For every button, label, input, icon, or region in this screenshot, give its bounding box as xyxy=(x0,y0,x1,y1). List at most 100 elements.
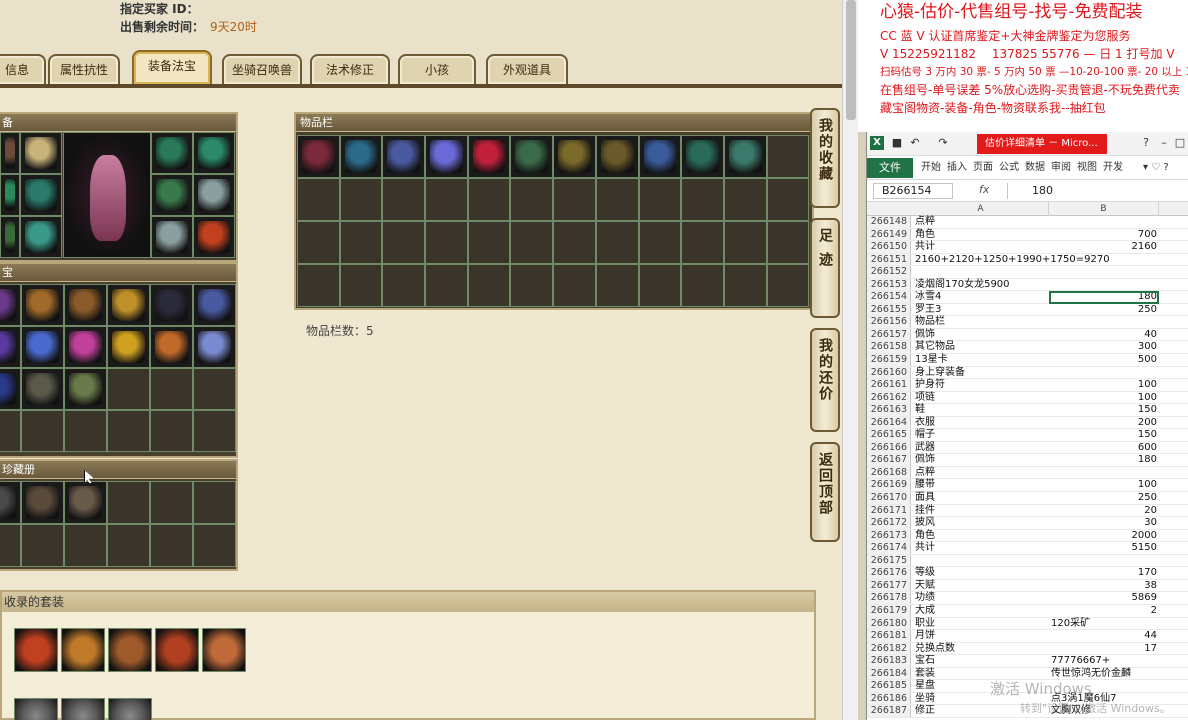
cell-b[interactable]: 20 xyxy=(1049,505,1159,518)
fabao-slot[interactable] xyxy=(21,368,64,410)
tab-mounts-pets[interactable]: 坐骑召唤兽 xyxy=(222,54,302,84)
fabao-slot[interactable] xyxy=(64,410,107,452)
inventory-slot[interactable] xyxy=(339,135,383,178)
inventory-slot[interactable] xyxy=(681,135,724,178)
row-number[interactable]: 266163 xyxy=(867,404,911,416)
row-number[interactable]: 266170 xyxy=(867,492,911,504)
inventory-slot[interactable] xyxy=(425,221,468,264)
inventory-slot[interactable] xyxy=(467,178,511,221)
cell-a[interactable]: 帽子 xyxy=(913,429,1049,442)
fabao-slot[interactable] xyxy=(150,368,193,410)
row-number[interactable]: 266180 xyxy=(867,617,911,630)
suit-item-icon[interactable] xyxy=(61,698,105,720)
ribbon-tab-home[interactable]: 开始 xyxy=(921,160,941,176)
row-number[interactable]: 266175 xyxy=(867,554,911,567)
inventory-slot[interactable] xyxy=(553,264,596,307)
my-favorites-button[interactable]: 我的收藏 xyxy=(810,108,840,208)
fabao-slot[interactable] xyxy=(150,326,193,368)
cell-a[interactable]: 月饼 xyxy=(913,630,1049,643)
cell-a[interactable]: 天赋 xyxy=(913,580,1049,593)
cell-b[interactable]: 5150 xyxy=(1049,542,1159,555)
inventory-slot[interactable] xyxy=(766,178,810,221)
inventory-slot[interactable] xyxy=(681,264,724,307)
inventory-slot[interactable] xyxy=(723,135,767,178)
cell-a[interactable]: 物品栏 xyxy=(913,316,1049,329)
fx-icon[interactable]: fx xyxy=(979,183,989,196)
inventory-slot[interactable] xyxy=(425,135,468,178)
equip-slot[interactable] xyxy=(193,216,235,258)
cell-b[interactable]: 100 xyxy=(1049,379,1159,392)
suit-item-icon[interactable] xyxy=(61,628,105,672)
minimize-icon[interactable]: – xyxy=(1157,136,1171,150)
fabao-slot[interactable] xyxy=(21,284,64,326)
inventory-slot[interactable] xyxy=(467,264,511,307)
equip-slot[interactable] xyxy=(0,216,20,258)
collection-slot[interactable] xyxy=(64,481,107,524)
cell-a[interactable]: 面具 xyxy=(913,492,1049,505)
cell-b[interactable]: 40 xyxy=(1049,329,1159,342)
inventory-slot[interactable] xyxy=(382,264,426,307)
cell-a[interactable]: 角色 xyxy=(913,229,1049,242)
row-number[interactable]: 266183 xyxy=(867,655,911,667)
cell-b[interactable]: 38 xyxy=(1049,580,1159,593)
row-number[interactable]: 266164 xyxy=(867,416,911,429)
cell-b[interactable]: 44 xyxy=(1049,630,1159,643)
inventory-slot[interactable] xyxy=(766,221,810,264)
inventory-slot[interactable] xyxy=(382,135,426,178)
cell-b[interactable]: 17 xyxy=(1049,643,1159,656)
row-number[interactable]: 266178 xyxy=(867,592,911,604)
cell-a[interactable]: 大成 xyxy=(913,605,1049,618)
suit-item-icon[interactable] xyxy=(14,628,58,672)
cell-b[interactable]: 100 xyxy=(1049,392,1159,405)
tab-children[interactable]: 小孩 xyxy=(398,54,476,84)
inventory-slot[interactable] xyxy=(339,221,383,264)
equip-slot[interactable] xyxy=(20,216,62,258)
cell-a[interactable]: 腰带 xyxy=(913,479,1049,492)
cell-b[interactable]: 250 xyxy=(1049,492,1159,505)
cell-b[interactable]: 600 xyxy=(1049,442,1159,455)
fabao-slot[interactable] xyxy=(0,284,21,326)
inventory-slot[interactable] xyxy=(339,178,383,221)
cell-b[interactable]: 2 xyxy=(1049,605,1159,618)
cell-a[interactable]: 等级 xyxy=(913,567,1049,580)
save-icon[interactable]: ■ xyxy=(891,137,903,149)
file-tab[interactable]: 文件 xyxy=(867,158,913,178)
collection-slot[interactable] xyxy=(150,481,193,524)
row-number[interactable]: 266165 xyxy=(867,429,911,441)
inventory-slot[interactable] xyxy=(595,178,639,221)
row-number[interactable]: 266171 xyxy=(867,504,911,517)
collection-slot[interactable] xyxy=(107,481,150,524)
cell-a[interactable]: 宝石 xyxy=(913,655,1049,668)
tab-spell-correction[interactable]: 法术修正 xyxy=(310,54,390,84)
footprint-button[interactable]: 足迹 xyxy=(810,218,840,318)
row-number[interactable]: 266182 xyxy=(867,642,911,655)
cell-a[interactable]: 身上穿装备 xyxy=(913,367,1049,380)
ribbon-tab-view[interactable]: 视图 xyxy=(1077,160,1097,176)
inventory-slot[interactable] xyxy=(553,135,596,178)
row-number[interactable]: 266149 xyxy=(867,228,911,241)
fabao-slot[interactable] xyxy=(21,326,64,368)
inventory-slot[interactable] xyxy=(553,178,596,221)
cell-a[interactable]: 职业 xyxy=(913,618,1049,631)
cell-b[interactable]: 700 xyxy=(1049,229,1159,242)
row-number[interactable]: 266152 xyxy=(867,266,911,278)
cell-a[interactable]: 2160+2120+1250+1990+1750=9270 xyxy=(913,254,1110,267)
row-number[interactable]: 266155 xyxy=(867,303,911,316)
cell-a[interactable]: 佩饰 xyxy=(913,454,1049,467)
fabao-slot[interactable] xyxy=(193,326,236,368)
tab-info[interactable]: 信息 xyxy=(0,54,46,84)
cell-a[interactable]: 护身符 xyxy=(913,379,1049,392)
tab-equipment[interactable]: 装备法宝 xyxy=(132,50,212,84)
row-number[interactable]: 266177 xyxy=(867,579,911,592)
row-number[interactable]: 266157 xyxy=(867,328,911,341)
cell-a[interactable]: 共计 xyxy=(913,542,1049,555)
my-counteroffer-button[interactable]: 我的还价 xyxy=(810,328,840,432)
row-number[interactable]: 266159 xyxy=(867,354,911,366)
cell-a[interactable]: 凌烟阁170女龙5900 xyxy=(913,279,1049,292)
fabao-slot[interactable] xyxy=(0,368,21,410)
inventory-slot[interactable] xyxy=(510,135,554,178)
inventory-slot[interactable] xyxy=(681,178,724,221)
equip-slot[interactable] xyxy=(151,132,193,174)
undo-icon[interactable]: ↶ xyxy=(909,137,921,149)
cell-b[interactable]: 250 xyxy=(1049,304,1159,317)
